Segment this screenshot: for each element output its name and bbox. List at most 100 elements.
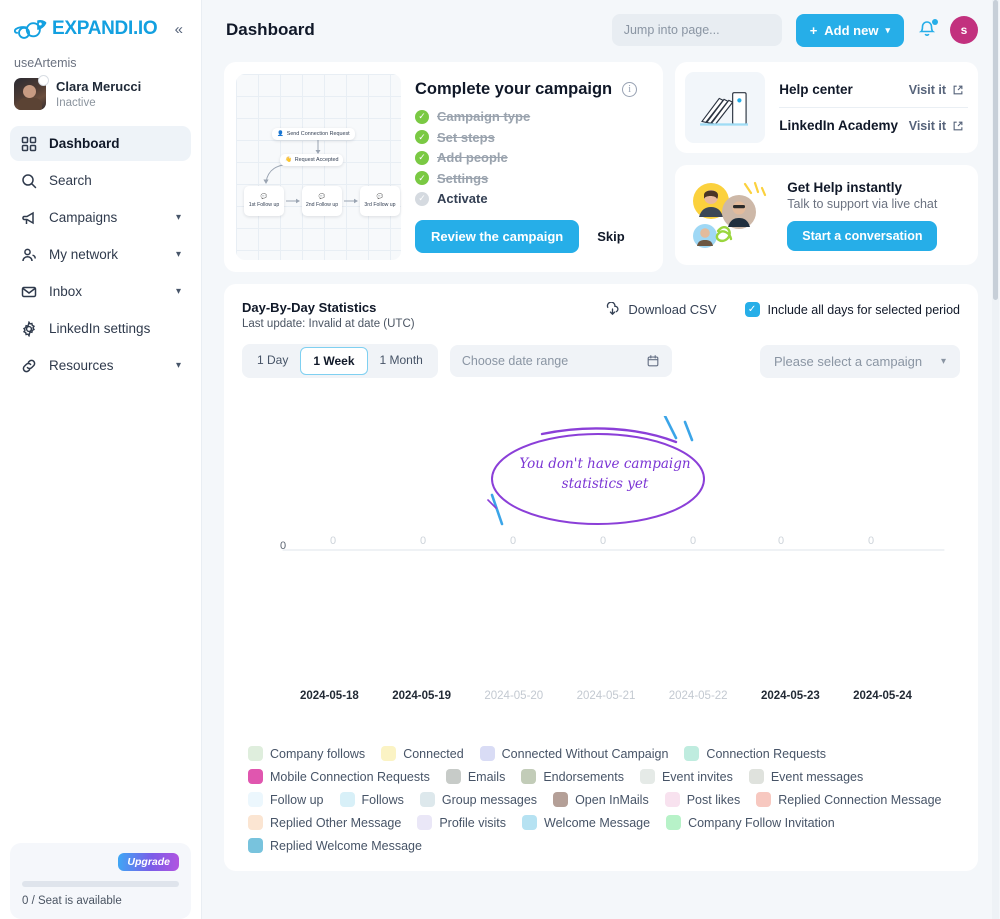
legend-item[interactable]: Replied Connection Message xyxy=(756,792,942,807)
legend-label: Follow up xyxy=(270,792,324,807)
get-help-card: Get Help instantly Talk to support via l… xyxy=(675,165,978,265)
legend-item[interactable]: Company Follow Invitation xyxy=(666,815,835,830)
right-cards-column: Help center Visit it LinkedIn Academy Vi… xyxy=(675,62,978,265)
calendar-icon xyxy=(647,355,659,367)
x-axis-label: 2024-05-24 xyxy=(853,690,912,702)
check-icon: ✓ xyxy=(415,109,429,124)
upgrade-button[interactable]: Upgrade xyxy=(118,853,179,871)
visit-action[interactable]: Visit it xyxy=(909,83,964,97)
legend-item[interactable]: Company follows xyxy=(248,746,365,761)
legend-label: Emails xyxy=(467,769,506,784)
campaign-select-placeholder: Please select a campaign xyxy=(774,353,923,369)
legend-label: Event messages xyxy=(770,769,864,784)
sidebar-item-label: Inbox xyxy=(49,284,83,299)
review-campaign-button[interactable]: Review the campaign xyxy=(415,220,580,253)
range-1-week[interactable]: 1 Week xyxy=(300,347,368,375)
sidebar-collapse-icon[interactable]: « xyxy=(171,20,187,39)
chevron-down-icon[interactable]: ▾ xyxy=(176,360,181,371)
start-conversation-button[interactable]: Start a conversation xyxy=(787,220,938,251)
data-point-label: 0 xyxy=(868,535,875,547)
legend-item[interactable]: Follow up xyxy=(248,792,324,807)
seat-availability-text: 0 / Seat is available xyxy=(22,895,122,907)
date-range-picker[interactable]: Choose date range xyxy=(449,345,672,377)
sidebar-item-label: Dashboard xyxy=(49,136,120,151)
sidebar-item-linkedin-settings[interactable]: LinkedIn settings xyxy=(10,311,191,346)
chevron-down-icon[interactable]: ▾ xyxy=(176,286,181,297)
chevron-down-icon[interactable]: ▾ xyxy=(176,249,181,260)
skip-button[interactable]: Skip xyxy=(597,229,624,244)
legend-item[interactable]: Event messages xyxy=(748,769,864,784)
info-icon[interactable]: i xyxy=(622,82,638,97)
help-center-link[interactable]: Help center Visit it xyxy=(779,72,968,107)
support-avatars-icon xyxy=(693,181,767,248)
visit-action[interactable]: Visit it xyxy=(909,119,964,133)
sidebar-item-campaigns[interactable]: Campaigns ▾ xyxy=(10,200,191,235)
legend-item[interactable]: Replied Other Message xyxy=(248,815,401,830)
legend-swatch xyxy=(553,792,569,807)
legend-item[interactable]: Replied Welcome Message xyxy=(248,838,422,853)
include-all-days-checkbox[interactable]: ✓ Include all days for selected period xyxy=(744,302,960,317)
campaign-step-activate: ✓ Activate xyxy=(415,191,651,206)
megaphone-icon xyxy=(20,209,37,226)
sidebar-item-my-network[interactable]: My network ▾ xyxy=(10,237,191,272)
x-axis-label: 2024-05-18 xyxy=(300,690,359,702)
books-illustration xyxy=(685,72,766,143)
download-csv-button[interactable]: Download CSV xyxy=(605,302,717,317)
campaign-select[interactable]: Please select a campaign ▾ xyxy=(760,344,960,378)
legend-item[interactable]: Group messages xyxy=(419,792,537,807)
legend-item[interactable]: Event invites xyxy=(639,769,733,784)
person-add-icon: 👤 xyxy=(277,131,284,137)
account-profile[interactable]: Clara Merucci Inactive xyxy=(0,70,201,122)
legend-item[interactable]: Follows xyxy=(339,792,404,807)
sidebar-item-inbox[interactable]: Inbox ▾ xyxy=(10,274,191,309)
profile-name: Clara Merucci xyxy=(56,79,142,95)
scrollbar-thumb[interactable] xyxy=(993,0,998,300)
user-avatar[interactable]: s xyxy=(950,16,978,44)
legend-item[interactable]: Connected xyxy=(381,746,464,761)
range-1-month[interactable]: 1 Month xyxy=(368,347,435,375)
legend-item[interactable]: Post likes xyxy=(664,792,740,807)
search-input[interactable] xyxy=(611,14,782,46)
page-scrollbar[interactable] xyxy=(992,0,999,919)
legend-label: Replied Other Message xyxy=(270,815,402,830)
envelope-icon xyxy=(20,283,37,300)
statistics-chart: 0 0 0 0 0 0 0 0 You don't have campaign … xyxy=(242,398,960,728)
legend-item[interactable]: Open InMails xyxy=(553,792,649,807)
topbar: Dashboard + Add new ▾ s xyxy=(202,0,1000,60)
sidebar-item-label: Campaigns xyxy=(49,210,118,225)
add-new-label: Add new xyxy=(824,22,879,38)
sidebar-item-resources[interactable]: Resources ▾ xyxy=(10,348,191,383)
legend-item[interactable]: Endorsements xyxy=(521,769,624,784)
chevron-down-icon[interactable]: ▾ xyxy=(176,212,181,223)
legend-item[interactable]: Connection Requests xyxy=(684,746,826,761)
gear-icon xyxy=(20,320,37,337)
campaign-step-campaign-type: ✓ Campaign type xyxy=(415,109,651,124)
get-help-subtitle: Talk to support via live chat xyxy=(787,196,938,211)
get-help-title: Get Help instantly xyxy=(787,179,903,195)
legend-item[interactable]: Connected Without Campaign xyxy=(479,746,668,761)
legend-item[interactable]: Mobile Connection Requests xyxy=(248,769,430,784)
linkedin-academy-link[interactable]: LinkedIn Academy Visit it xyxy=(779,107,968,143)
empty-state-line-1: You don't have campaign xyxy=(519,456,691,472)
sidebar-item-dashboard[interactable]: Dashboard xyxy=(10,126,191,161)
app-root: EXPANDI.IO « useArtemis Clara Merucci In… xyxy=(0,0,1000,919)
complete-campaign-card: 👤 Send Connection Request 👋 Request Acce… xyxy=(224,62,664,272)
people-icon xyxy=(20,246,37,263)
sidebar-item-search[interactable]: Search xyxy=(10,163,191,198)
books-icon xyxy=(700,91,749,126)
legend-item[interactable]: Emails xyxy=(445,769,506,784)
data-point-label: 0 xyxy=(420,535,427,547)
legend-label: Welcome Message xyxy=(544,815,651,830)
campaign-steps-list: ✓ Campaign type ✓ Set steps ✓ Add people xyxy=(415,109,651,206)
legend-item[interactable]: Welcome Message xyxy=(522,815,650,830)
chevron-down-icon: ▾ xyxy=(885,24,890,35)
handshake-icon: 👋 xyxy=(285,157,292,163)
chevron-down-icon: ▾ xyxy=(940,355,946,367)
range-1-day[interactable]: 1 Day xyxy=(245,347,300,375)
add-new-button[interactable]: + Add new ▾ xyxy=(795,13,904,47)
notifications-button[interactable] xyxy=(918,18,938,42)
main-content: Dashboard + Add new ▾ s xyxy=(202,0,1000,919)
search-icon xyxy=(20,172,37,189)
brand-logo[interactable]: EXPANDI.IO xyxy=(13,17,158,41)
legend-item[interactable]: Profile visits xyxy=(417,815,506,830)
